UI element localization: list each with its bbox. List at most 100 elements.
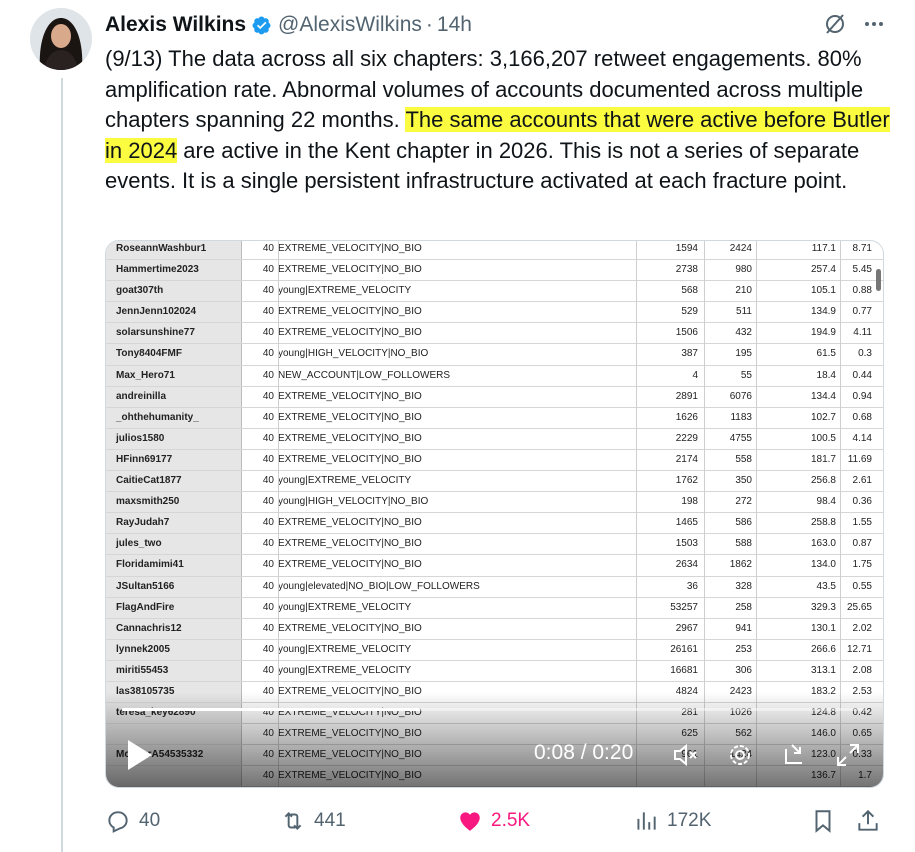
table-cell-b: 350 <box>735 475 752 487</box>
grok-icon[interactable] <box>823 12 847 42</box>
table-cell-name: Max_Hero71 <box>106 365 242 386</box>
table-cell-d: 11.69 <box>847 453 872 465</box>
video-player[interactable]: RoseannWashbur1 40 EXTREME_VELOCITY|NO_BIO… <box>105 240 884 788</box>
table-cell-c: 163.0 <box>810 538 836 550</box>
verified-badge-icon <box>251 15 272 36</box>
table-cell-d: 4.11 <box>853 327 872 339</box>
settings-icon[interactable] <box>726 741 754 769</box>
table-cell-score: 40 <box>262 453 274 465</box>
table-cell-score: 40 <box>262 622 274 634</box>
table-cell-name: ThxTom90228 <box>106 787 242 788</box>
table-cell-d: 8.71 <box>852 243 872 254</box>
reply-button[interactable]: 40 <box>105 804 160 838</box>
repost-button[interactable]: 441 <box>280 804 346 838</box>
table-cell-score: 40 <box>262 348 274 360</box>
table-cell-name: lynnek2005 <box>106 639 242 660</box>
table-cell-a: 16681 <box>670 664 698 676</box>
table-cell-name: Tony8404FMF <box>106 344 242 365</box>
share-icon <box>858 809 878 831</box>
table-cell-a: 4 <box>692 369 698 381</box>
reply-icon <box>108 811 128 833</box>
table-cell-c: 105.1 <box>810 285 836 297</box>
table-cell-c: 181.7 <box>810 453 836 465</box>
author-handle[interactable]: @AlexisWilkins <box>278 13 422 37</box>
table-cell-c: 313.1 <box>810 664 836 676</box>
table-cell-d: 0.68 <box>852 411 872 423</box>
table-cell-flags: young|elevated|NO_BIO|LOW_FOLLOWERS <box>278 580 480 592</box>
table-cell-a: 1503 <box>675 538 698 550</box>
table-cell-c: 43.5 <box>816 580 836 592</box>
table-cell-score: 40 <box>262 601 274 613</box>
table-cell-c: 256.8 <box>810 475 836 487</box>
table-cell-score: 40 <box>262 432 274 444</box>
video-progress-bar[interactable] <box>122 708 867 711</box>
table-cell-score: 40 <box>262 538 274 550</box>
table-cell-flags: EXTREME_VELOCITY|NO_BIO <box>278 243 422 254</box>
table-cell-name: RoseannWashbur1 <box>106 241 242 260</box>
table-row: maxsmith250 40 young|HIGH_VELOCITY|NO_BIO 1… <box>106 492 883 514</box>
table-cell-b: 588 <box>735 538 752 550</box>
table-row: JSultan5166 40 young|elevated|NO_BIO|LOW_F… <box>106 576 883 598</box>
table-cell-flags: EXTREME_VELOCITY|NO_BIO <box>278 411 422 423</box>
avatar[interactable] <box>30 8 92 70</box>
tweet-actions: 40 441 2.5K 172K <box>105 804 883 838</box>
post-time[interactable]: 14h <box>437 13 472 37</box>
table-cell-name: HFinn69177 <box>106 449 242 471</box>
reply-count: 40 <box>139 810 161 831</box>
table-row: Tony8404FMF 40 young|HIGH_VELOCITY|NO_BIO 3… <box>106 344 883 366</box>
table-cell-name: Floridamimi41 <box>106 555 242 576</box>
separator-dot: · <box>425 13 433 36</box>
table-cell-a: 1465 <box>675 517 698 529</box>
table-row: _ohthehumanity_ 40 EXTREME_VELOCITY|NO_BIO… <box>106 407 883 429</box>
table-cell-b: 941 <box>735 622 752 634</box>
video-progress-fill <box>122 708 420 711</box>
author-name[interactable]: Alexis Wilkins <box>105 13 246 37</box>
table-cell-a: 2967 <box>675 622 698 634</box>
table-cell-c: 258.8 <box>810 517 836 529</box>
table-cell-score: 40 <box>262 559 274 571</box>
more-options-icon[interactable] <box>863 13 885 41</box>
table-row: jules_two 40 EXTREME_VELOCITY|NO_BIO 1503 58… <box>106 534 883 556</box>
table-cell-c: 266.6 <box>810 643 836 655</box>
table-cell-name: JSultan5166 <box>106 576 242 597</box>
table-row: Floridamimi41 40 EXTREME_VELOCITY|NO_BIO 26… <box>106 555 883 577</box>
table-cell-d: 1.75 <box>852 559 872 571</box>
table-cell-d: 2.08 <box>852 664 872 676</box>
table-cell-name: jules_two <box>106 534 242 555</box>
thread-line <box>61 78 63 852</box>
table-cell-a: 2229 <box>675 432 698 444</box>
table-row: Hammertime2023 40 EXTREME_VELOCITY|NO_BIO 2… <box>106 260 883 282</box>
table-cell-name: FlagAndFire <box>106 597 242 618</box>
table-cell-b: 1862 <box>729 559 752 571</box>
minimize-player-icon[interactable] <box>782 741 810 769</box>
table-cell-b: 558 <box>735 453 752 465</box>
table-cell-b: 432 <box>735 327 752 339</box>
views-icon <box>637 812 656 830</box>
table-cell-c: 102.7 <box>810 411 836 423</box>
fullscreen-icon[interactable] <box>834 741 862 769</box>
table-row: FlagAndFire 40 young|EXTREME_VELOCITY 53257… <box>106 597 883 619</box>
video-controls: 0:08 / 0:20 <box>106 735 883 775</box>
table-row: RayJudah7 40 EXTREME_VELOCITY|NO_BIO 1465 58… <box>106 513 883 535</box>
table-row: solarsunshine77 40 EXTREME_VELOCITY|NO_BIO… <box>106 323 883 345</box>
table-row: julios1580 40 EXTREME_VELOCITY|NO_BIO 2229 4… <box>106 428 883 450</box>
table-cell-flags: young|EXTREME_VELOCITY <box>278 601 412 613</box>
table-cell-score: 40 <box>262 243 274 254</box>
like-count: 2.5K <box>491 810 531 831</box>
play-icon[interactable] <box>126 739 154 771</box>
like-button[interactable]: 2.5K <box>457 804 530 838</box>
table-cell-a: 1594 <box>675 243 698 254</box>
table-cell-b: 272 <box>735 496 752 508</box>
table-cell-d: 5.45 <box>852 264 872 276</box>
repost-count: 441 <box>314 810 346 831</box>
table-cell-name: Cannachris12 <box>106 618 242 639</box>
table-cell-score: 40 <box>262 580 274 592</box>
table-cell-score: 40 <box>262 517 274 529</box>
bookmark-button[interactable] <box>810 804 836 838</box>
heart-icon <box>460 812 480 831</box>
share-button[interactable] <box>855 804 881 838</box>
sheet-scrollbar[interactable] <box>876 269 881 291</box>
mute-icon[interactable] <box>672 741 700 769</box>
table-cell-c: 117.1 <box>811 243 836 254</box>
views-button[interactable]: 172K <box>633 804 711 838</box>
